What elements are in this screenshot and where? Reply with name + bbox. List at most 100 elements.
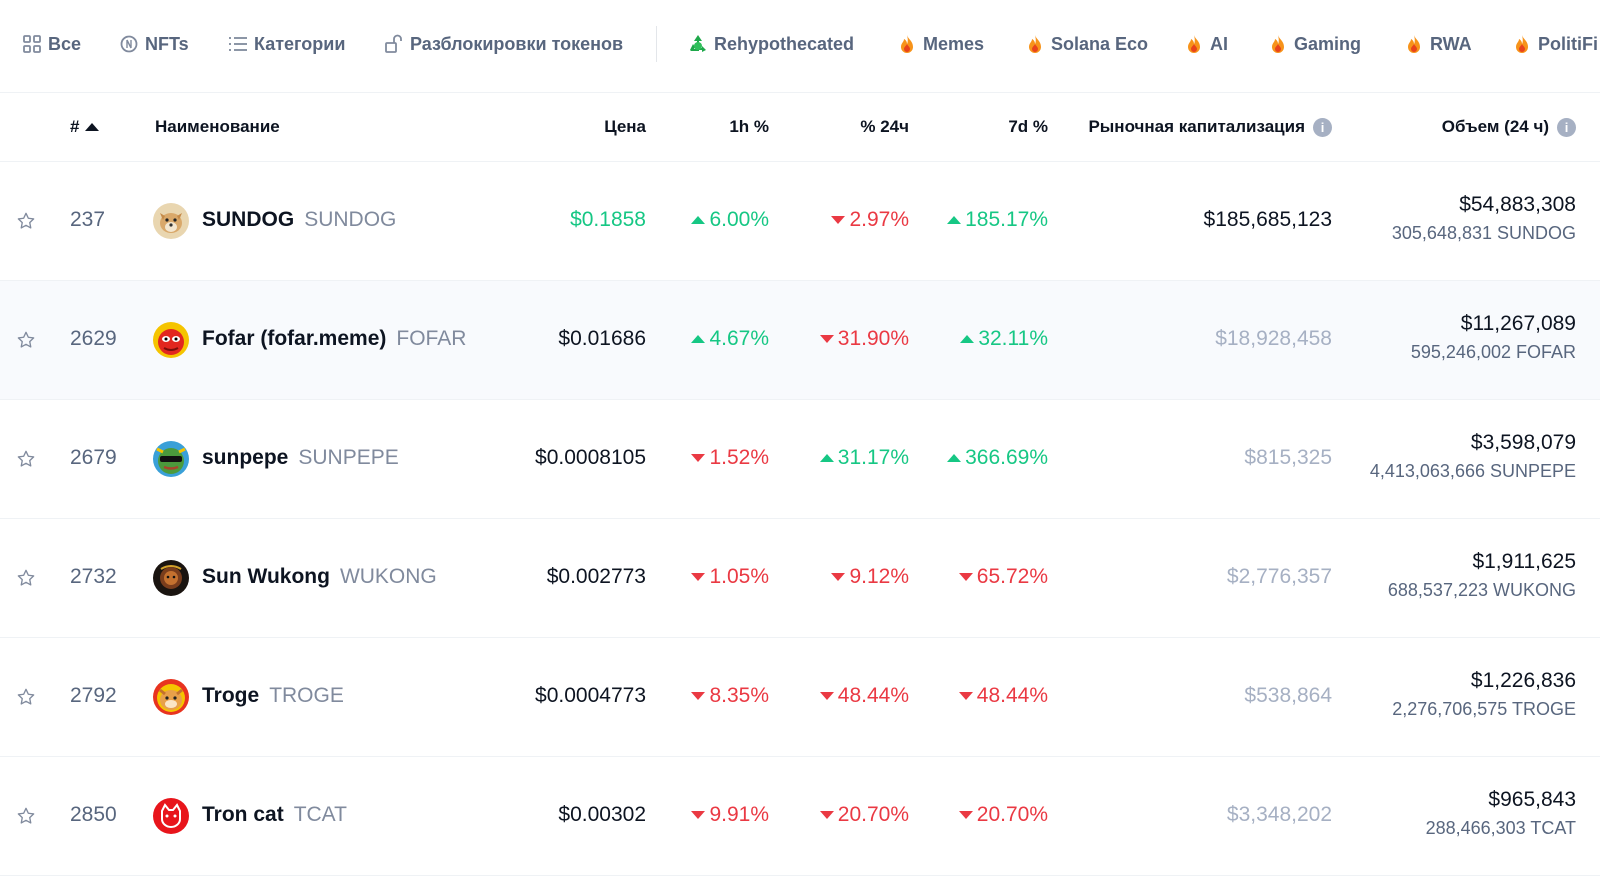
tab-rwa[interactable]: RWA <box>1404 31 1472 57</box>
volume-usd: $1,226,836 <box>1470 669 1576 692</box>
change-24h: 31.17% <box>819 446 909 470</box>
table-row[interactable]: 2679 sunpepe SUNPEPE $0.0008105 1.52% 31.17% 3… <box>0 400 1600 519</box>
coin-name: Troge <box>202 684 260 707</box>
caret-down-icon <box>691 454 706 462</box>
market-cap: $538,864 <box>1244 684 1332 707</box>
star-icon[interactable] <box>16 568 36 588</box>
change-1h: 6.00% <box>691 208 769 232</box>
price: $0.1858 <box>570 208 646 231</box>
star-icon[interactable] <box>16 330 36 350</box>
tab-solana-eco[interactable]: Solana Eco <box>1025 31 1148 57</box>
market-cap: $815,325 <box>1244 446 1332 469</box>
tab-label: PolitiFi <box>1538 33 1598 54</box>
coin-logo-icon <box>153 203 189 239</box>
market-cap: $3,348,202 <box>1226 803 1332 826</box>
caret-down-icon <box>819 811 834 819</box>
coin-name: sunpepe <box>202 446 289 469</box>
sort-rank-header[interactable]: # <box>70 117 100 137</box>
caret-down-icon <box>831 216 846 224</box>
tab-all[interactable]: Все <box>22 31 81 57</box>
header-24h[interactable]: % 24ч <box>860 117 909 137</box>
change-7d-value: 32.11% <box>978 327 1048 350</box>
header-7d[interactable]: 7d % <box>1008 117 1048 137</box>
fire-icon <box>1268 34 1288 54</box>
caret-up-icon <box>819 454 834 462</box>
star-icon[interactable] <box>16 806 36 826</box>
table-row[interactable]: 2732 Sun Wukong WUKONG $0.002773 1.05% 9.12% 6… <box>0 519 1600 638</box>
tab-rehypothecated[interactable]: Rehypothecated <box>688 31 854 57</box>
coin-name-link[interactable]: SUNDOG SUNDOG <box>202 208 396 232</box>
change-1h: 8.35% <box>691 684 769 708</box>
tab-label: Все <box>48 33 82 54</box>
info-icon[interactable]: i <box>1557 117 1576 137</box>
change-1h: 1.52% <box>691 446 769 470</box>
header-name[interactable]: Наименование <box>155 117 280 137</box>
tab-token-unlocks[interactable]: Разблокировки токенов <box>384 31 623 57</box>
coin-logo-icon <box>153 798 189 834</box>
change-1h-value: 1.52% <box>709 446 769 469</box>
volume-tokens: 4,413,063,666 SUNPEPE <box>1369 461 1576 481</box>
volume-usd: $3,598,079 <box>1470 431 1576 454</box>
coin-name: Tron cat <box>202 803 284 826</box>
caret-down-icon <box>958 692 973 700</box>
list-icon <box>228 34 248 54</box>
unlock-icon <box>384 34 404 54</box>
table-row[interactable]: 237 SUNDOG SUNDOG $0.1858 6.00% 2.97% 185.17% $… <box>0 162 1600 281</box>
change-1h-value: 9.91% <box>709 803 769 826</box>
coin-name-link[interactable]: sunpepe SUNPEPE <box>202 446 399 470</box>
star-icon[interactable] <box>16 449 36 469</box>
fire-icon <box>1025 34 1045 54</box>
rank: 2850 <box>70 803 117 826</box>
caret-up-icon <box>691 216 706 224</box>
volume-usd: $54,883,308 <box>1459 193 1576 216</box>
sort-asc-icon <box>85 123 100 131</box>
tab-categories[interactable]: Категории <box>228 31 345 57</box>
volume-tokens: 305,648,831 SUNDOG <box>1391 223 1576 243</box>
star-icon[interactable] <box>16 211 36 231</box>
table-row[interactable]: 2792 Troge TROGE $0.0004773 8.35% 48.44% 48.44… <box>0 638 1600 757</box>
fire-icon <box>897 34 917 54</box>
change-1h-value: 8.35% <box>709 684 769 707</box>
price: $0.01686 <box>558 327 646 350</box>
change-1h-value: 1.05% <box>709 565 769 588</box>
table-row[interactable]: 2629 Fofar (fofar.meme) FOFAR $0.01686 4.67%… <box>0 281 1600 400</box>
coin-symbol: WUKONG <box>339 565 437 588</box>
info-icon[interactable]: i <box>1313 117 1332 137</box>
change-24h: 31.90% <box>819 327 909 351</box>
grid-icon <box>22 34 42 54</box>
rank: 2679 <box>70 446 117 469</box>
rank: 2792 <box>70 684 117 707</box>
change-7d-value: 185.17% <box>965 208 1048 231</box>
tab-ai[interactable]: AI <box>1184 31 1228 57</box>
tab-politifi[interactable]: PolitiFi <box>1512 31 1598 57</box>
coin-symbol: SUNPEPE <box>298 446 399 469</box>
recycle-icon <box>688 34 708 54</box>
tab-gaming[interactable]: Gaming <box>1268 31 1361 57</box>
coin-logo-icon <box>153 322 189 358</box>
volume-tokens: 288,466,303 TCAT <box>1425 818 1576 838</box>
caret-up-icon <box>947 216 962 224</box>
star-icon[interactable] <box>16 687 36 707</box>
coin-name-link[interactable]: Fofar (fofar.meme) FOFAR <box>202 327 466 351</box>
table-row[interactable]: 2850 Tron cat TCAT $0.00302 9.91% 20.70% 20.70… <box>0 757 1600 876</box>
change-7d-value: 20.70% <box>976 803 1048 826</box>
header-1h[interactable]: 1h % <box>729 117 769 137</box>
header-rank: # <box>70 117 80 136</box>
tab-nfts[interactable]: NFTs <box>119 31 189 57</box>
tab-label: RWA <box>1430 33 1472 54</box>
change-1h: 4.67% <box>691 327 769 351</box>
coin-name-link[interactable]: Tron cat TCAT <box>202 803 347 827</box>
change-24h-value: 31.90% <box>837 327 909 350</box>
header-market-cap[interactable]: Рыночная капитализация i <box>1088 117 1332 137</box>
change-24h: 20.70% <box>819 803 909 827</box>
tab-memes[interactable]: Memes <box>897 31 984 57</box>
header-price[interactable]: Цена <box>604 117 646 137</box>
tab-divider <box>656 26 657 62</box>
table-header: # Наименование Цена 1h % % 24ч 7d % Рыно… <box>0 92 1600 162</box>
coin-name-link[interactable]: Sun Wukong WUKONG <box>202 565 437 589</box>
market-cap: $185,685,123 <box>1203 208 1332 231</box>
header-volume[interactable]: Объем (24 ч) i <box>1442 117 1576 137</box>
coin-name-link[interactable]: Troge TROGE <box>202 684 344 708</box>
volume-usd: $11,267,089 <box>1460 312 1576 335</box>
volume-usd: $965,843 <box>1488 788 1576 811</box>
